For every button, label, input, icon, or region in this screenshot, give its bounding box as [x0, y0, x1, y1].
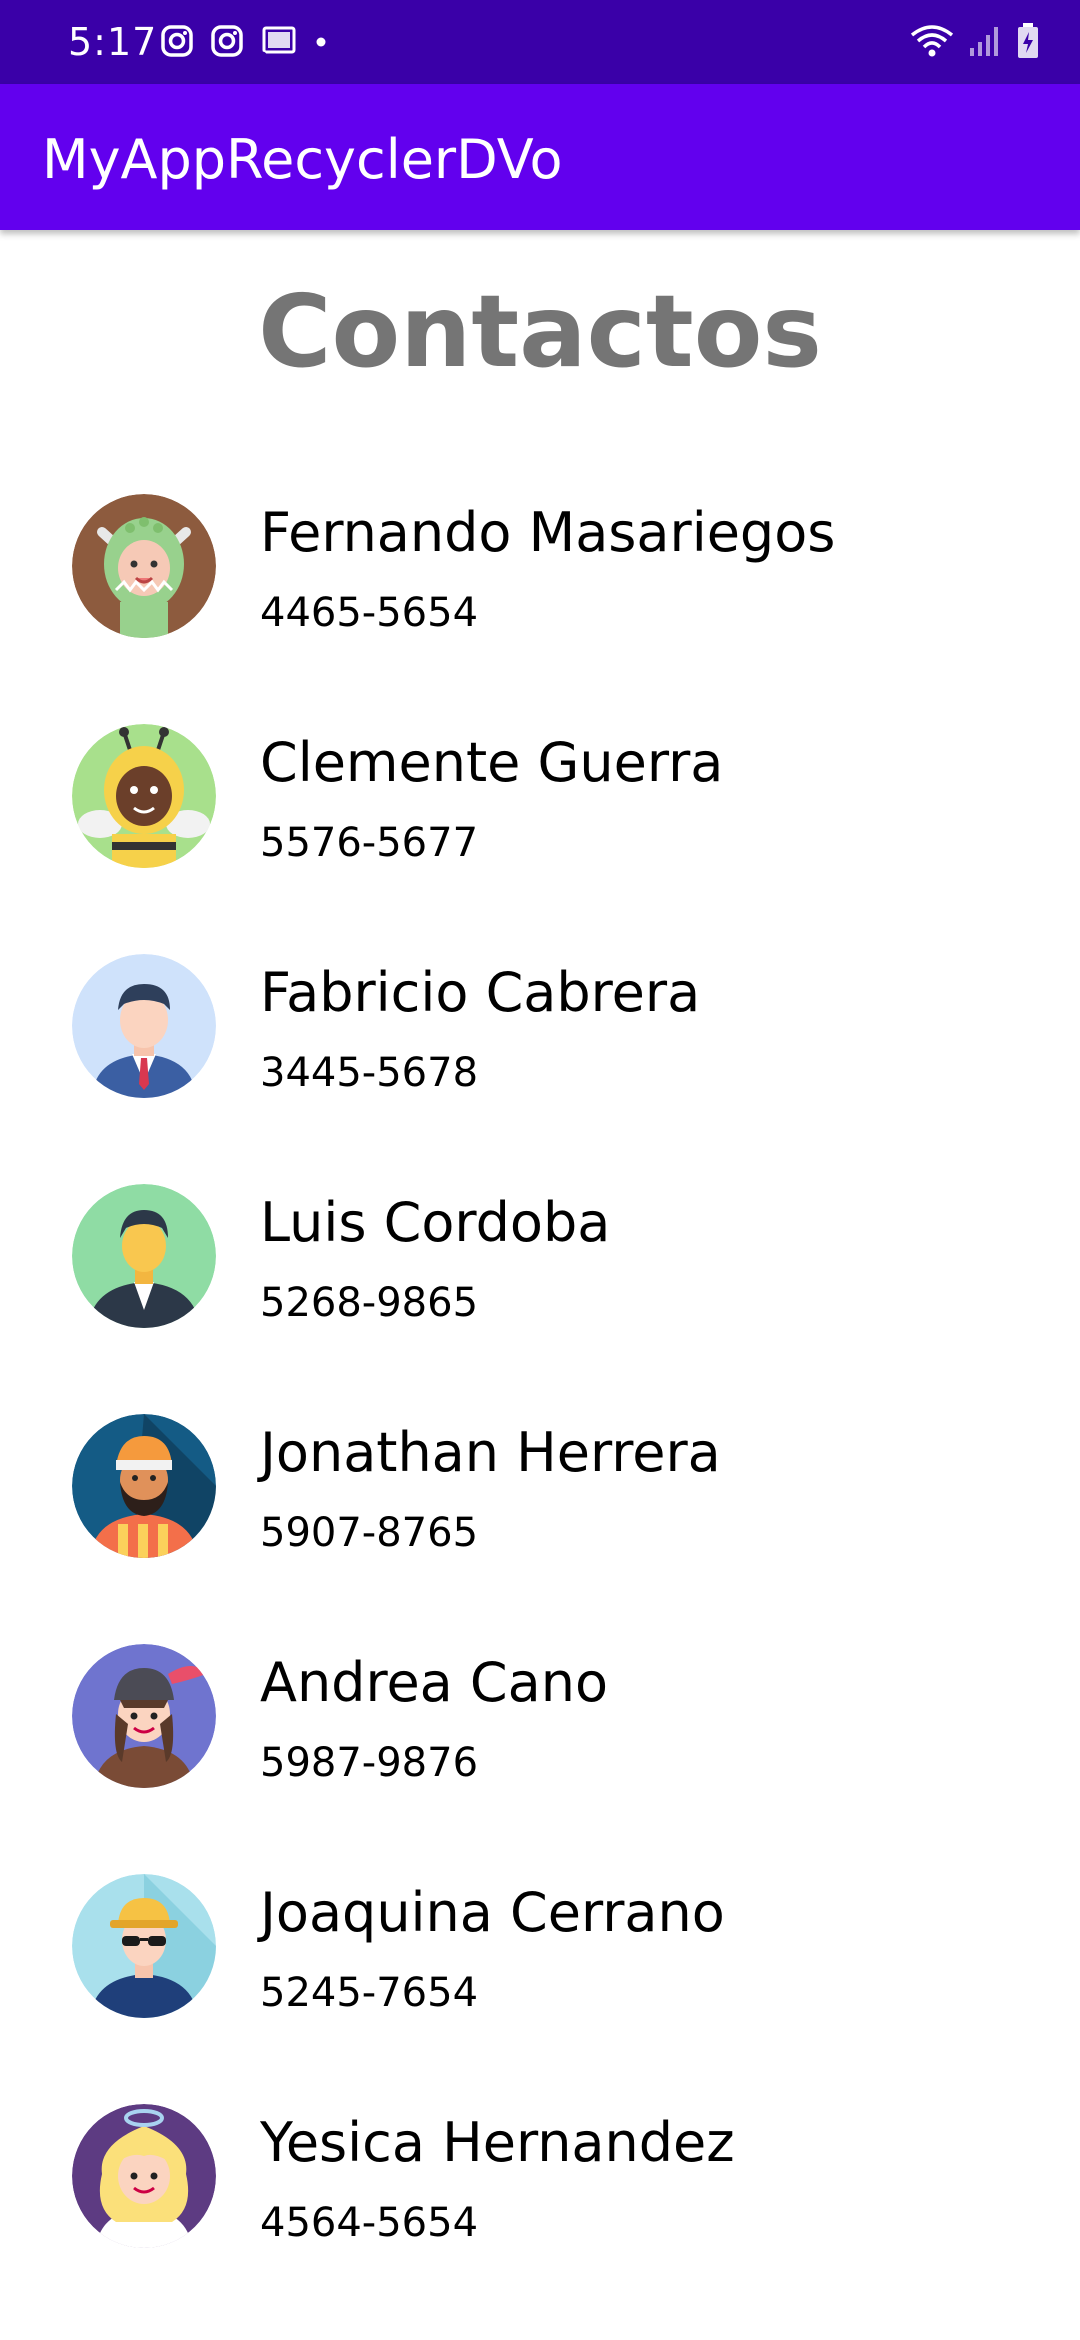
- cast-icon: [260, 25, 298, 61]
- turban-man-avatar-icon: [72, 1414, 216, 1558]
- contact-name: Yesica Hernandez: [260, 2111, 735, 2174]
- contact-phone: 5268-9865: [260, 1280, 479, 1326]
- contact-name: Fernando Masariegos: [260, 501, 836, 564]
- contact-item[interactable]: Fernando Masariegos 4465-5654: [0, 478, 1080, 708]
- contact-name: Clemente Guerra: [260, 731, 724, 794]
- contact-item[interactable]: Fabricio Cabrera 3445-5678: [0, 938, 1080, 1168]
- blonde-girl-avatar-icon: [72, 2104, 216, 2248]
- contact-name: Andrea Cano: [260, 1651, 608, 1714]
- contact-name: Jonathan Herrera: [260, 1421, 721, 1484]
- businessman-avatar-icon: [72, 954, 216, 1098]
- app-bar: MyAppRecyclerDVo: [0, 84, 1080, 230]
- contact-phone: 5987-9876: [260, 1740, 479, 1786]
- contact-name: Fabricio Cabrera: [260, 961, 701, 1024]
- status-notification-icons: [160, 24, 328, 62]
- contact-name: Luis Cordoba: [260, 1191, 611, 1254]
- page-title: Contactos: [258, 273, 822, 390]
- contact-phone: 5907-8765: [260, 1510, 479, 1556]
- app-title: MyAppRecyclerDVo: [42, 128, 563, 191]
- contact-list[interactable]: Fernando Masariegos 4465-5654 Clemente G…: [0, 478, 1080, 2318]
- contact-phone: 4564-5654: [260, 2200, 479, 2246]
- suit-man-avatar-icon: [72, 1184, 216, 1328]
- contact-item[interactable]: Joaquina Cerrano 5245-7654: [0, 1858, 1080, 2088]
- contact-phone: 5245-7654: [260, 1970, 479, 2016]
- dragon-costume-avatar-icon: [72, 494, 216, 638]
- contact-item[interactable]: Jonathan Herrera 5907-8765: [0, 1398, 1080, 1628]
- contact-item[interactable]: Andrea Cano 5987-9876: [0, 1628, 1080, 1858]
- contact-phone: 3445-5678: [260, 1050, 479, 1096]
- wifi-icon: [910, 23, 954, 63]
- signal-icon: [968, 24, 1002, 62]
- contact-item[interactable]: Luis Cordoba 5268-9865: [0, 1168, 1080, 1398]
- battery-icon: [1016, 22, 1040, 64]
- dot-icon: [314, 34, 328, 53]
- instagram-icon: [210, 24, 244, 62]
- contact-item[interactable]: Clemente Guerra 5576-5677: [0, 708, 1080, 938]
- cap-girl-avatar-icon: [72, 1644, 216, 1788]
- contact-item[interactable]: Yesica Hernandez 4564-5654: [0, 2088, 1080, 2318]
- contact-phone: 4465-5654: [260, 590, 479, 636]
- contact-phone: 5576-5677: [260, 820, 479, 866]
- status-system-icons: [910, 22, 1040, 64]
- bee-costume-avatar-icon: [72, 724, 216, 868]
- hardhat-worker-avatar-icon: [72, 1874, 216, 2018]
- status-bar: 5:17: [0, 0, 1080, 84]
- contact-name: Joaquina Cerrano: [260, 1881, 725, 1944]
- status-time: 5:17: [68, 20, 158, 64]
- instagram-icon: [160, 24, 194, 62]
